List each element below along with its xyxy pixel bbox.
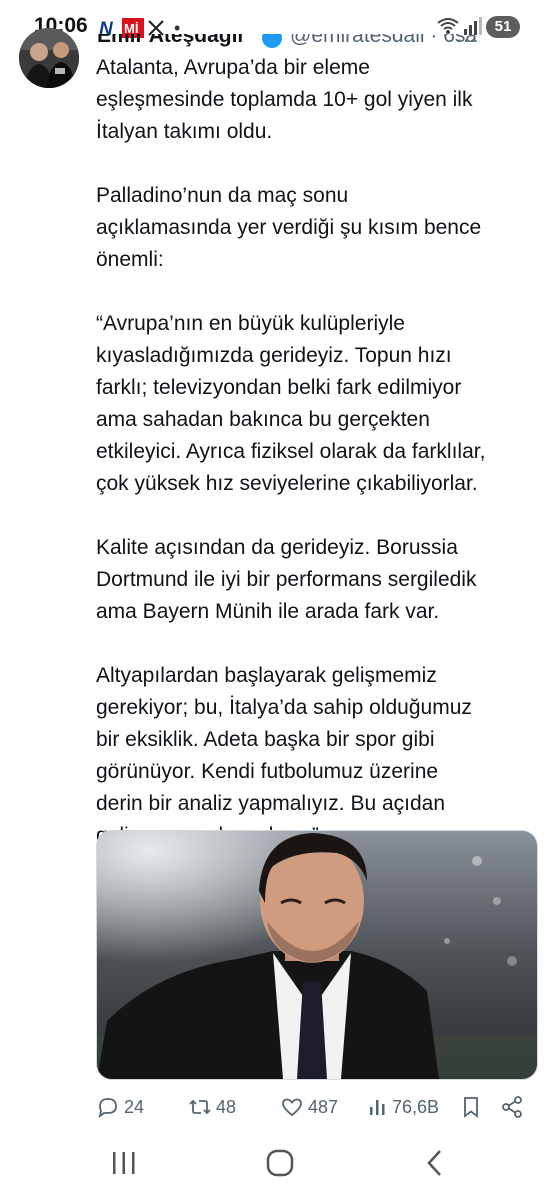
tweet-paragraph: “Avrupa’nın en büyük kulüpleriyle kıyasl… <box>96 308 536 500</box>
tweet-body: Atalanta, Avrupa’da bir eleme eşleşmesin… <box>96 52 536 884</box>
tweet-line: gerekiyor; bu, İtalya’da sahip olduğumuz <box>96 696 472 719</box>
tweet-line: eşleşmesinde toplamda 10+ gol yiyen ilk <box>96 88 473 111</box>
tweet-line: Atalanta, Avrupa’da bir eleme <box>96 56 370 79</box>
tweet-line: Palladino’nun da maç sonu <box>96 184 349 207</box>
like-button[interactable]: 487 <box>280 1092 338 1122</box>
more-options-icon[interactable]: ⋯ <box>456 34 476 53</box>
tweet-line: Altyapılardan başlayarak gelişmemiz <box>96 664 437 687</box>
views-count: 76,6B <box>392 1096 440 1117</box>
tweet-line: açıklamasında yer verdiği şu kısım bence <box>96 216 482 239</box>
views-icon <box>370 1100 385 1115</box>
avatar[interactable] <box>19 28 79 88</box>
tweet-paragraph: Altyapılardan başlayarak gelişmemiz gere… <box>96 660 536 852</box>
tweet-line: çok yüksek hız seviyelerine çıkabiliyorl… <box>96 472 478 495</box>
repost-icon <box>189 1099 211 1115</box>
tweet-line: önemli: <box>96 248 164 271</box>
home-icon[interactable] <box>265 1148 295 1178</box>
bookmark-button[interactable] <box>460 1092 482 1122</box>
verified-badge-icon <box>262 34 282 48</box>
system-navigation-bar <box>0 1130 554 1200</box>
tweet-line: Kalite açısından da gerideyiz. Borussia <box>96 536 458 559</box>
reply-button[interactable]: 24 <box>96 1092 144 1122</box>
recent-apps-icon[interactable] <box>110 1148 138 1178</box>
author-name[interactable]: Emir Ateşdağlı <box>97 34 243 48</box>
tweet-media-image[interactable] <box>96 830 538 1080</box>
tweet-line: İtalyan takımı oldu. <box>96 120 273 143</box>
tweet-line: farklı; televizyondan belki fark edilmiy… <box>96 376 462 399</box>
tweet-line: “Avrupa’nın en büyük kulüpleriyle <box>96 312 405 335</box>
reply-count: 24 <box>124 1096 145 1117</box>
tweet-paragraph: Palladino’nun da maç sonu açıklamasında … <box>96 180 536 276</box>
tweet-line: ama sahadan bakınca bu gerçekten <box>96 408 430 431</box>
tweet-line: Dortmund ile iyi bir performans sergiled… <box>96 568 477 591</box>
tweet-line: görünüyor. Kendi futbolumuz üzerine <box>96 760 439 783</box>
tweet-line: etkileyici. Ayrıca fiziksel olarak da fa… <box>96 440 486 463</box>
tweet-line: bir eksiklik. Adeta başka bir spor gibi <box>96 728 435 751</box>
author-handle[interactable]: @emiratesdali · 6sa <box>290 34 477 48</box>
wifi-icon <box>437 18 459 34</box>
reply-icon <box>98 1098 117 1119</box>
tweet-line: ama Bayern Münih ile arada fark var. <box>96 600 440 623</box>
tweet-line: derin bir analiz yapmalıyız. Bu açıdan <box>96 792 446 815</box>
repost-button[interactable]: 48 <box>188 1092 236 1122</box>
like-count: 487 <box>308 1096 339 1117</box>
tweet-actions: 24 48 487 76,6B <box>96 1092 536 1122</box>
tweet-paragraph: Kalite açısından da gerideyiz. Borussia … <box>96 532 536 628</box>
tweet-paragraph: Atalanta, Avrupa’da bir eleme eşleşmesin… <box>96 52 536 148</box>
heart-icon <box>282 1098 302 1117</box>
views-button[interactable]: 76,6B <box>368 1092 439 1122</box>
bookmark-icon <box>464 1097 478 1118</box>
share-icon <box>502 1096 522 1118</box>
repost-count: 48 <box>216 1096 237 1117</box>
tweet-line: kıyasladığımızda gerideyiz. Topun hızı <box>96 344 452 367</box>
back-icon[interactable] <box>423 1148 447 1178</box>
share-button[interactable] <box>500 1092 524 1122</box>
